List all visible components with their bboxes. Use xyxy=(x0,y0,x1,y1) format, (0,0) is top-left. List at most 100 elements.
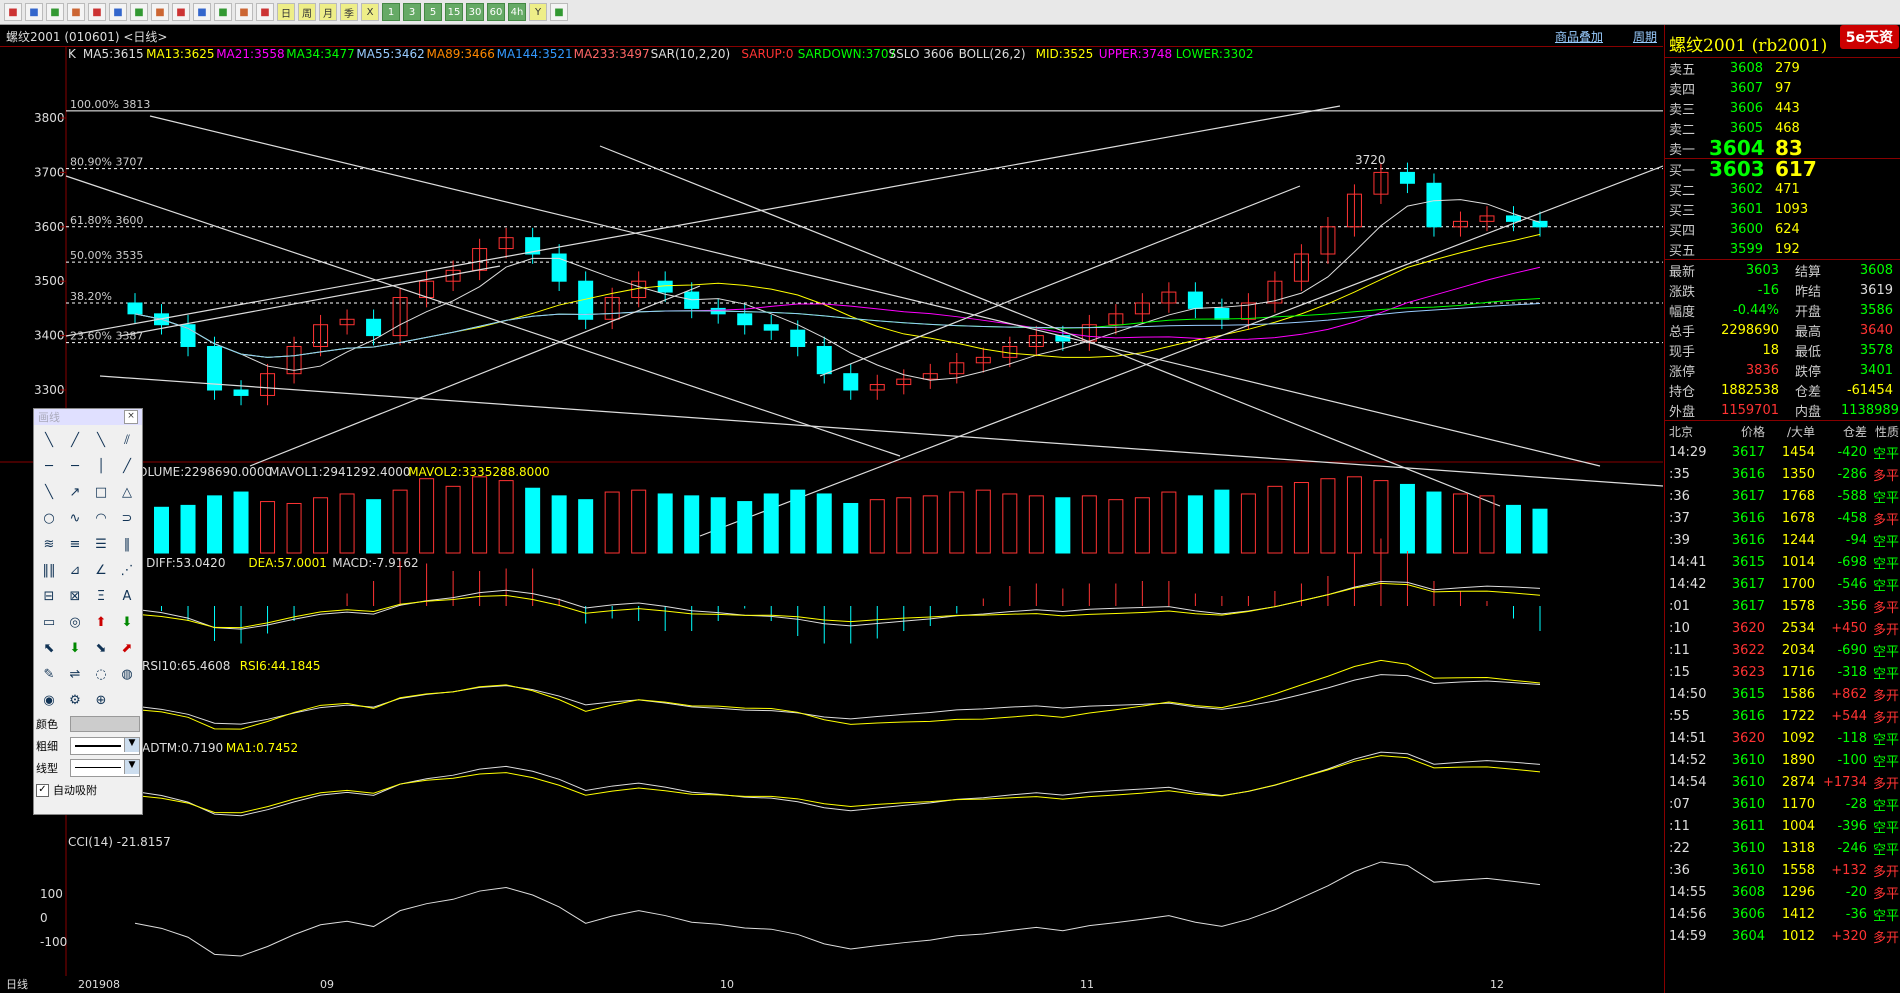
tick-row[interactable]: :15 3623 1716 -318 空平 xyxy=(1665,661,1900,683)
line-segment-icon[interactable]: ╲ xyxy=(36,427,62,453)
tick-row[interactable]: :35 3616 1350 -286 多平 xyxy=(1665,463,1900,485)
grid-icon[interactable]: ■ xyxy=(214,3,232,21)
line-icon[interactable]: ╲ xyxy=(36,479,62,505)
overlay-link[interactable]: 商品叠加 xyxy=(1555,28,1603,45)
up-right-arrow-icon[interactable]: ⬈ xyxy=(114,635,140,661)
5-icon[interactable]: 5 xyxy=(424,3,442,21)
info-icon[interactable]: ⊕ xyxy=(88,687,114,713)
tick-row[interactable]: :55 3616 1722 +544 多开 xyxy=(1665,705,1900,727)
color-picker[interactable] xyxy=(70,716,140,732)
refresh-icon[interactable]: ■ xyxy=(67,3,85,21)
zoom-in-icon[interactable]: ■ xyxy=(88,3,106,21)
ruler-icon[interactable]: ▭ xyxy=(36,609,62,635)
channel-icon[interactable]: ⊟ xyxy=(36,583,62,609)
style-select[interactable]: ▼ xyxy=(70,759,140,777)
fib-fan-icon[interactable]: ≋ xyxy=(36,531,62,557)
chart-icon[interactable]: ■ xyxy=(256,3,274,21)
arc-icon[interactable]: ⊃ xyxy=(114,505,140,531)
up-left-arrow-icon[interactable]: ⬉ xyxy=(36,635,62,661)
right-arrow-icon[interactable]: ⬊ xyxy=(88,635,114,661)
tick-list[interactable]: 14:29 3617 1454 -420 空平:35 3616 1350 -286 多平:36 3… xyxy=(1665,441,1900,947)
tick-row[interactable]: 14:51 3620 1092 -118 空平 xyxy=(1665,727,1900,749)
horizontal-icon[interactable]: ─ xyxy=(62,453,88,479)
diagonal-icon[interactable]: ╲ xyxy=(88,427,114,453)
tick-row[interactable]: 14:55 3608 1296 -20 多平 xyxy=(1665,881,1900,903)
speed-icon[interactable]: ⊠ xyxy=(62,583,88,609)
gear-icon[interactable]: ⚙ xyxy=(62,687,88,713)
kline-chart[interactable]: K MA5:3615 MA13:3625 MA21:3558 MA34:3477 MA55… xyxy=(0,46,1663,993)
parallel-icon[interactable]: ⫽ xyxy=(114,427,140,453)
target-icon[interactable]: ◎ xyxy=(62,609,88,635)
triangle-icon[interactable]: △ xyxy=(114,479,140,505)
season-icon[interactable]: 季 xyxy=(340,3,358,21)
auto-snap-checkbox[interactable]: ✓ xyxy=(36,783,49,797)
3-icon[interactable]: 3 xyxy=(403,3,421,21)
tick-row[interactable]: :10 3620 2534 +450 多开 xyxy=(1665,617,1900,639)
eraser-icon[interactable]: ✎ xyxy=(36,661,62,687)
arrow-icon[interactable]: ↗ xyxy=(62,479,88,505)
fib-retrace-icon[interactable]: ☰ xyxy=(88,531,114,557)
tick-row[interactable]: 14:41 3615 1014 -698 空平 xyxy=(1665,551,1900,573)
15-icon[interactable]: 15 xyxy=(445,3,463,21)
gann-fan-icon[interactable]: ⋰ xyxy=(114,557,140,583)
vertical-icon[interactable]: │ xyxy=(88,453,114,479)
tick-row[interactable]: 14:50 3615 1586 +862 多开 xyxy=(1665,683,1900,705)
up-arrow-icon[interactable]: ⬆ xyxy=(88,609,114,635)
4h-icon[interactable]: 4h xyxy=(508,3,526,21)
window-icon[interactable]: ■ xyxy=(130,3,148,21)
tick-row[interactable]: 14:59 3604 1012 +320 多开 xyxy=(1665,925,1900,947)
eye-icon[interactable]: ◉ xyxy=(36,687,62,713)
down-arrow-icon[interactable]: ⬇ xyxy=(114,609,140,635)
text-icon[interactable]: A xyxy=(114,583,140,609)
curve-icon[interactable]: ◠ xyxy=(88,505,114,531)
tick-row[interactable]: :07 3610 1170 -28 空平 xyxy=(1665,793,1900,815)
cycle-icon[interactable]: ‖‖ xyxy=(36,557,62,583)
regression-icon[interactable]: Ξ xyxy=(88,583,114,609)
close-icon[interactable]: × xyxy=(124,410,138,424)
pen-icon[interactable]: ■ xyxy=(151,3,169,21)
tick-row[interactable]: :36 3610 1558 +132 多开 xyxy=(1665,859,1900,881)
y-icon[interactable]: Y xyxy=(529,3,547,21)
fib-level-icon[interactable]: ≡ xyxy=(62,531,88,557)
down-green-arrow-icon[interactable]: ⬇ xyxy=(62,635,88,661)
zoom-out-icon[interactable]: ■ xyxy=(109,3,127,21)
gann-icon[interactable]: ⊿ xyxy=(62,557,88,583)
tick-row[interactable]: 14:54 3610 2874 +1734 多开 xyxy=(1665,771,1900,793)
tick-row[interactable]: :36 3617 1768 -588 空平 xyxy=(1665,485,1900,507)
tick-row[interactable]: :11 3611 1004 -396 空平 xyxy=(1665,815,1900,837)
lock-icon[interactable]: ⇌ xyxy=(62,661,88,687)
tick-row[interactable]: :37 3616 1678 -458 多平 xyxy=(1665,507,1900,529)
home-icon[interactable]: ■ xyxy=(4,3,22,21)
month-icon[interactable]: 月 xyxy=(319,3,337,21)
tick-row[interactable]: 14:56 3606 1412 -36 空平 xyxy=(1665,903,1900,925)
tick-row[interactable]: :11 3622 2034 -690 空平 xyxy=(1665,639,1900,661)
tick-row[interactable]: :22 3610 1318 -246 空平 xyxy=(1665,837,1900,859)
hide-icon[interactable]: ◌ xyxy=(88,661,114,687)
chart-area[interactable]: K MA5:3615 MA13:3625 MA21:3558 MA34:3477 MA55… xyxy=(0,46,1663,993)
tick-row[interactable]: :01 3617 1578 -356 多平 xyxy=(1665,595,1900,617)
30-icon[interactable]: 30 xyxy=(466,3,484,21)
back-icon[interactable]: ■ xyxy=(25,3,43,21)
list-icon[interactable]: ■ xyxy=(46,3,64,21)
ellipse-icon[interactable]: ○ xyxy=(36,505,62,531)
week-icon[interactable]: 周 xyxy=(298,3,316,21)
60-icon[interactable]: 60 xyxy=(487,3,505,21)
x-icon[interactable]: X xyxy=(361,3,379,21)
mark-icon[interactable]: ■ xyxy=(193,3,211,21)
ray-icon[interactable]: ╱ xyxy=(62,427,88,453)
show-icon[interactable]: ◍ xyxy=(114,661,140,687)
period-icon[interactable]: ‖ xyxy=(114,531,140,557)
table-icon[interactable]: ■ xyxy=(235,3,253,21)
tick-row[interactable]: 14:52 3610 1890 -100 空平 xyxy=(1665,749,1900,771)
tick-row[interactable]: :39 3616 1244 -94 空平 xyxy=(1665,529,1900,551)
rectangle-icon[interactable]: □ xyxy=(88,479,114,505)
draw-icon[interactable]: ■ xyxy=(172,3,190,21)
wave-icon[interactable]: ∿ xyxy=(62,505,88,531)
day-icon[interactable]: 日 xyxy=(277,3,295,21)
width-select[interactable]: ▼ xyxy=(70,737,140,755)
period-link[interactable]: 周期 xyxy=(1633,28,1657,45)
1-icon[interactable]: 1 xyxy=(382,3,400,21)
extend-icon[interactable]: ╱ xyxy=(114,453,140,479)
angle-icon[interactable]: ∠ xyxy=(88,557,114,583)
tick-row[interactable]: 14:42 3617 1700 -546 空平 xyxy=(1665,573,1900,595)
